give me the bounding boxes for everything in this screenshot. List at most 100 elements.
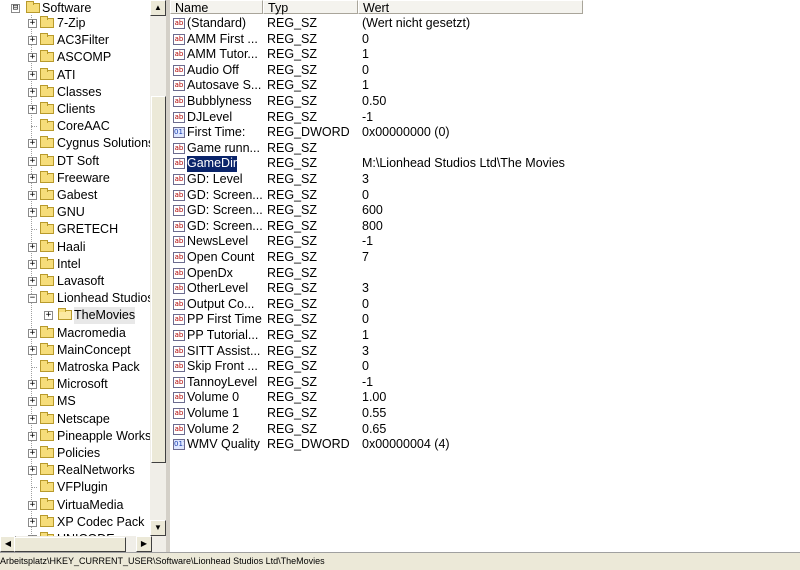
value-name: First Time: xyxy=(187,125,246,140)
table-row[interactable]: ab GameDir REG_SZ M:\Lionhead Studios Ltd\T… xyxy=(170,155,800,173)
string-value-icon: ab xyxy=(173,158,185,170)
table-row[interactable]: ab Audio Off REG_SZ 0 xyxy=(170,63,800,79)
value-data: (Wert nicht gesetzt) xyxy=(362,16,471,30)
value-data: 0x00000004 (4) xyxy=(362,437,450,452)
table-row[interactable]: ab (Standard) REG_SZ (Wert nicht gesetzt) xyxy=(170,16,800,32)
string-value-icon: ab xyxy=(173,96,185,107)
expand-icon[interactable]: + xyxy=(28,243,37,252)
value-data: 0 xyxy=(362,187,369,202)
table-row[interactable]: ab Volume 1 REG_SZ 0.55 xyxy=(170,406,800,422)
expand-icon[interactable]: + xyxy=(28,380,37,389)
table-row[interactable]: ab PP First Time REG_SZ 0 xyxy=(170,312,800,328)
expand-icon[interactable]: + xyxy=(28,449,37,458)
table-row[interactable]: ab GD: Screen... REG_SZ 600 xyxy=(170,203,800,219)
collapse-icon[interactable]: ⊟ xyxy=(11,4,20,13)
folder-icon xyxy=(40,498,54,510)
value-type: REG_SZ xyxy=(267,47,318,62)
scroll-thumb[interactable] xyxy=(151,96,166,463)
table-row[interactable]: ab DJLevel REG_SZ -1 xyxy=(170,110,800,126)
value-data: 1 xyxy=(362,78,369,93)
expand-icon[interactable]: + xyxy=(28,260,37,269)
expand-icon[interactable]: + xyxy=(28,71,37,80)
table-row[interactable]: ab Volume 0 REG_SZ 1.00 xyxy=(170,390,800,406)
table-row[interactable]: ab OtherLevel REG_SZ 3 xyxy=(170,281,800,297)
table-row[interactable]: ab NewsLevel REG_SZ -1 xyxy=(170,234,800,250)
string-value-icon: ab xyxy=(173,252,185,263)
folder-icon xyxy=(40,154,54,166)
expand-icon[interactable]: + xyxy=(28,277,37,286)
expand-icon[interactable]: + xyxy=(28,466,37,475)
expand-icon[interactable]: + xyxy=(44,311,53,320)
expand-icon[interactable]: + xyxy=(28,346,37,355)
expand-icon[interactable]: + xyxy=(28,174,37,183)
expand-icon[interactable]: + xyxy=(28,501,37,510)
value-name: GD: Level xyxy=(187,172,243,186)
expand-icon[interactable]: + xyxy=(28,397,37,406)
tree-node-label: Cygnus Solutions xyxy=(57,136,150,150)
expand-icon[interactable]: + xyxy=(28,88,37,97)
folder-icon xyxy=(40,343,54,355)
scroll-up-button[interactable]: ▲ xyxy=(150,0,166,16)
expand-icon[interactable]: + xyxy=(28,157,37,166)
value-type: REG_SZ xyxy=(267,250,318,264)
value-data: -1 xyxy=(362,109,374,124)
registry-values-list[interactable]: Name Typ Wert ab (Standard) REG_SZ (Wert ni… xyxy=(170,0,800,552)
value-name: Output Co... xyxy=(187,296,255,311)
table-row[interactable]: ab Output Co... REG_SZ 0 xyxy=(170,297,800,313)
value-data: 600 xyxy=(362,203,383,218)
table-row[interactable]: ab Autosave S... REG_SZ 1 xyxy=(170,78,800,94)
tree-vertical-scrollbar[interactable]: ▲ ▼ xyxy=(150,0,166,536)
collapse-icon[interactable]: − xyxy=(28,294,37,303)
tree-node-label: CoreAAC xyxy=(57,119,110,133)
expand-icon[interactable]: + xyxy=(28,53,37,62)
folder-icon xyxy=(40,446,54,458)
scroll-right-button[interactable]: ▶ xyxy=(136,536,152,552)
column-header-name[interactable]: Name xyxy=(170,0,263,15)
value-type: REG_SZ xyxy=(267,78,318,93)
tree-node-label: Policies xyxy=(57,446,101,460)
value-name: OtherLevel xyxy=(187,281,249,296)
table-row[interactable]: 011First Time: REG_DWORD 0x00000000 (0) xyxy=(170,125,800,141)
string-value-icon: ab xyxy=(173,64,185,76)
value-name: (Standard) xyxy=(187,16,247,30)
tree-connector xyxy=(31,126,37,127)
folder-icon xyxy=(40,412,54,424)
table-row[interactable]: ab SITT Assist... REG_SZ 3 xyxy=(170,344,800,360)
expand-icon[interactable]: + xyxy=(28,208,37,217)
value-type: REG_SZ xyxy=(267,265,318,280)
tree-horizontal-scrollbar[interactable]: ◀ ▶ xyxy=(0,536,166,552)
expand-icon[interactable]: + xyxy=(28,36,37,45)
value-data: 0x00000000 (0) xyxy=(362,125,450,140)
folder-icon xyxy=(40,119,54,131)
scroll-down-button[interactable]: ▼ xyxy=(150,520,166,536)
table-row[interactable]: ab PP Tutorial... REG_SZ 1 xyxy=(170,328,800,344)
table-row[interactable]: ab OpenDx REG_SZ xyxy=(170,266,800,282)
table-row[interactable]: 011WMV Quality REG_DWORD 0x00000004 (4) xyxy=(170,437,800,453)
table-row[interactable]: ab Open Count REG_SZ 7 xyxy=(170,250,800,266)
registry-key-tree[interactable]: ⊟ Software +7-Zip + AC3Filter + ASCOMP + ATI + C… xyxy=(0,0,150,536)
expand-icon[interactable]: + xyxy=(28,19,37,28)
scroll-thumb[interactable] xyxy=(14,537,126,552)
expand-icon[interactable]: + xyxy=(28,329,37,338)
string-value-icon: ab xyxy=(173,423,185,435)
value-data: 800 xyxy=(362,218,383,233)
expand-icon[interactable]: + xyxy=(28,415,37,424)
table-row[interactable]: ab Game runn... REG_SZ xyxy=(170,141,800,157)
expand-icon[interactable]: + xyxy=(28,432,37,441)
table-row[interactable]: ab AMM First ... REG_SZ 0 xyxy=(170,32,800,48)
table-row[interactable]: ab AMM Tutor... REG_SZ 1 xyxy=(170,47,800,63)
table-row[interactable]: ab GD: Screen... REG_SZ 800 xyxy=(170,219,800,235)
string-value-icon: ab xyxy=(173,298,185,310)
expand-icon[interactable]: + xyxy=(28,105,37,114)
column-header-type[interactable]: Typ xyxy=(263,0,358,15)
table-row[interactable]: ab GD: Level REG_SZ 3 xyxy=(170,172,800,188)
table-row[interactable]: ab Volume 2 REG_SZ 0.65 xyxy=(170,422,800,438)
table-row[interactable]: ab Skip Front ... REG_SZ 0 xyxy=(170,359,800,375)
expand-icon[interactable]: + xyxy=(28,139,37,148)
expand-icon[interactable]: + xyxy=(28,518,37,527)
expand-icon[interactable]: + xyxy=(28,191,37,200)
table-row[interactable]: ab Bubblyness REG_SZ 0.50 xyxy=(170,94,800,110)
table-row[interactable]: ab TannoyLevel REG_SZ -1 xyxy=(170,375,800,391)
table-row[interactable]: ab GD: Screen... REG_SZ 0 xyxy=(170,188,800,204)
column-header-value[interactable]: Wert xyxy=(358,0,583,15)
